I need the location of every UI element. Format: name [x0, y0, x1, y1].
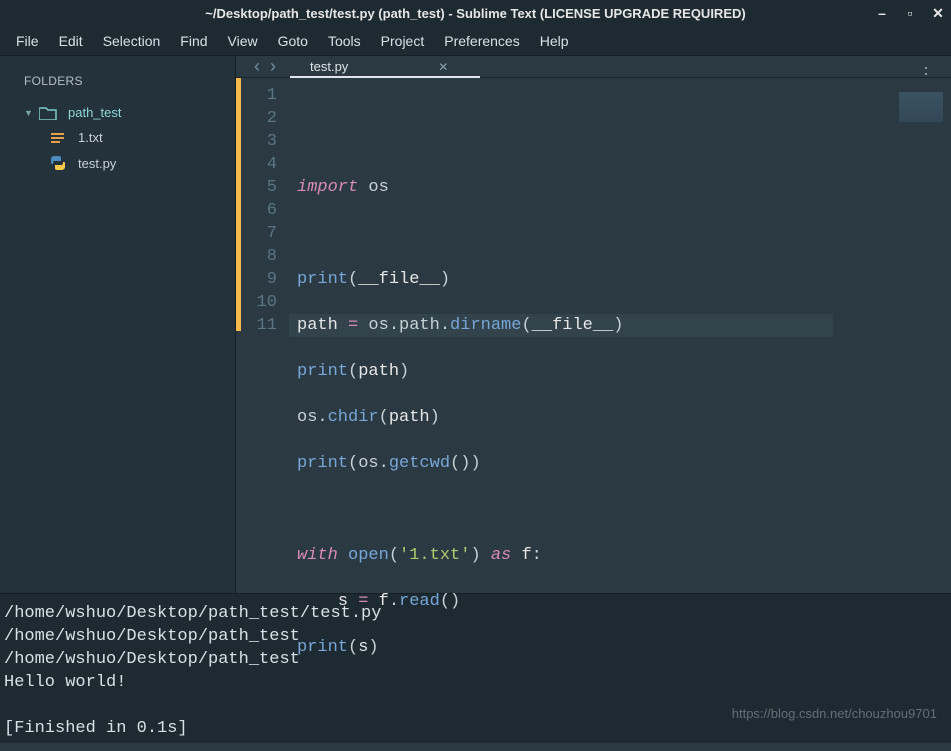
- token: path: [297, 316, 338, 335]
- code-area[interactable]: 1 2 3 4 5 6 7 8 9 10 11 import os print(…: [236, 78, 951, 751]
- token: __file__: [532, 316, 614, 335]
- token: path: [399, 316, 440, 335]
- maximize-icon[interactable]: ▫: [903, 5, 917, 21]
- nav-back-icon[interactable]: ‹: [254, 56, 260, 77]
- nav-arrows: ‹ ›: [246, 56, 290, 77]
- sidebar-section-title: FOLDERS: [0, 64, 235, 100]
- tab-close-icon[interactable]: ✕: [438, 60, 448, 74]
- watermark: https://blog.csdn.net/chouzhou9701: [732, 702, 937, 725]
- keyword-as: as: [491, 546, 511, 565]
- token: s: [338, 592, 348, 611]
- line-number: 11: [241, 314, 277, 337]
- line-number: 2: [241, 107, 277, 130]
- minimap-preview: [899, 92, 943, 122]
- main-area: FOLDERS ▼ path_test 1.txt: [0, 56, 951, 593]
- line-number: 1: [241, 84, 277, 107]
- editor-pane: ‹ › test.py ✕ ⋮ 1 2 3 4 5 6 7 8 9 10: [236, 56, 951, 593]
- sidebar-file-txt[interactable]: 1.txt: [0, 125, 235, 150]
- minimize-icon[interactable]: –: [875, 5, 889, 21]
- line-number: 9: [241, 268, 277, 291]
- token: print: [297, 362, 348, 381]
- menu-file[interactable]: File: [6, 29, 49, 53]
- line-number: 8: [241, 245, 277, 268]
- folder-icon: [38, 106, 58, 120]
- menu-find[interactable]: Find: [170, 29, 217, 53]
- menu-help[interactable]: Help: [530, 29, 579, 53]
- window-title: ~/Desktop/path_test/test.py (path_test) …: [205, 6, 745, 21]
- sidebar-file-label: 1.txt: [78, 130, 103, 145]
- line-number: 6: [241, 199, 277, 222]
- token: s: [358, 638, 368, 657]
- menu-preferences[interactable]: Preferences: [434, 29, 529, 53]
- menu-view[interactable]: View: [218, 29, 268, 53]
- text-file-icon: [48, 131, 68, 145]
- line-number: 5: [241, 176, 277, 199]
- token: print: [297, 638, 348, 657]
- token: os: [297, 408, 317, 427]
- token: open: [348, 546, 389, 565]
- token: f: [379, 592, 389, 611]
- token: print: [297, 270, 348, 289]
- sidebar: FOLDERS ▼ path_test 1.txt: [0, 56, 236, 593]
- line-number: 4: [241, 153, 277, 176]
- token: read: [399, 592, 440, 611]
- python-file-icon: [48, 155, 68, 171]
- token: path: [389, 408, 430, 427]
- token: path: [358, 362, 399, 381]
- close-icon[interactable]: ✕: [931, 5, 945, 22]
- token: print: [297, 454, 348, 473]
- line-number: 10: [241, 291, 277, 314]
- nav-forward-icon[interactable]: ›: [270, 56, 276, 77]
- sidebar-folder-root[interactable]: ▼ path_test: [0, 100, 235, 125]
- menu-project[interactable]: Project: [371, 29, 435, 53]
- token: getcwd: [389, 454, 450, 473]
- sidebar-folder-label: path_test: [68, 105, 122, 120]
- line-number: 7: [241, 222, 277, 245]
- token: os: [358, 454, 378, 473]
- window-controls: – ▫ ✕: [875, 0, 945, 26]
- chevron-down-icon: ▼: [24, 108, 34, 118]
- menu-goto[interactable]: Goto: [268, 29, 318, 53]
- token: dirname: [450, 316, 521, 335]
- line-number: 3: [241, 130, 277, 153]
- menu-selection[interactable]: Selection: [93, 29, 171, 53]
- title-bar: ~/Desktop/path_test/test.py (path_test) …: [0, 0, 951, 26]
- tab-bar: ‹ › test.py ✕ ⋮: [236, 56, 951, 78]
- menu-tools[interactable]: Tools: [318, 29, 371, 53]
- menu-edit[interactable]: Edit: [49, 29, 93, 53]
- sidebar-file-label: test.py: [78, 156, 116, 171]
- token: f: [521, 546, 531, 565]
- token: chdir: [328, 408, 379, 427]
- keyword-with: with: [297, 546, 338, 565]
- token: __file__: [358, 270, 440, 289]
- token: os: [368, 178, 388, 197]
- sidebar-file-testpy[interactable]: test.py: [0, 150, 235, 176]
- tab-testpy[interactable]: test.py ✕: [290, 56, 468, 77]
- token: os: [368, 316, 388, 335]
- keyword-import: import: [297, 178, 358, 197]
- code-content[interactable]: import os print(__file__) path = os.path…: [289, 78, 895, 751]
- menu-bar: File Edit Selection Find View Goto Tools…: [0, 26, 951, 56]
- token: '1.txt': [399, 546, 470, 565]
- tab-label: test.py: [310, 59, 348, 74]
